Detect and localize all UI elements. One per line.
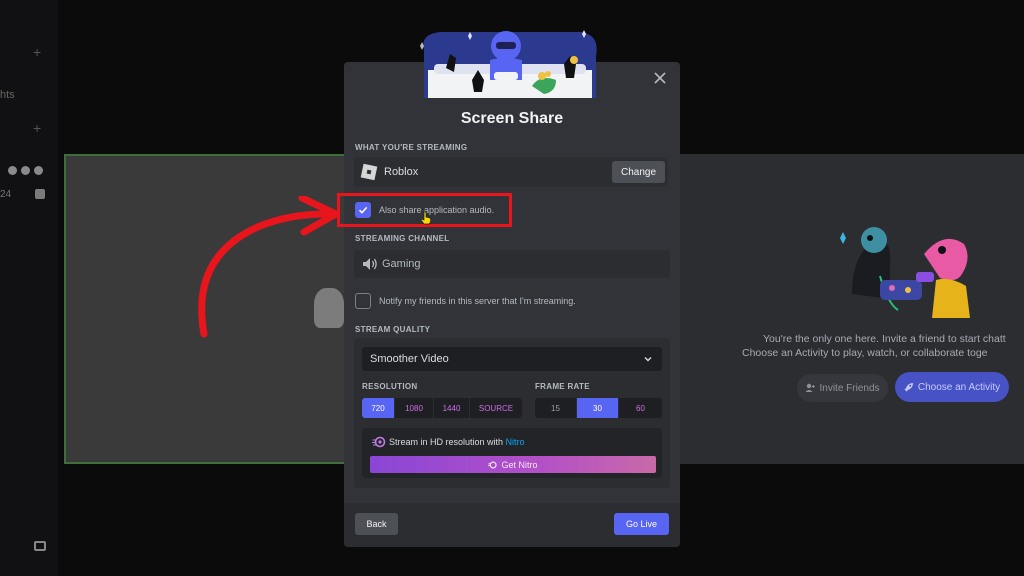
streaming-channel-name: Gaming <box>382 258 421 270</box>
streaming-section-label: WHAT YOU'RE STREAMING <box>355 143 468 152</box>
resolution-option-1440[interactable]: 1440 <box>434 398 470 418</box>
nitro-message: Stream in HD resolution with Nitro <box>389 437 525 447</box>
get-nitro-button[interactable]: Get Nitro <box>370 456 656 473</box>
framerate-option-30[interactable]: 30 <box>577 398 619 418</box>
framerate-option-15[interactable]: 15 <box>535 398 577 418</box>
add-icon[interactable]: + <box>33 121 41 135</box>
screen-icon[interactable] <box>34 541 46 551</box>
streaming-channel-row: Gaming <box>354 250 670 278</box>
add-friend-icon <box>805 383 816 392</box>
quality-preset-select[interactable]: Smoother Video <box>362 347 662 371</box>
back-button[interactable]: Back <box>355 513 398 535</box>
notify-friends-label: Notify my friends in this server that I'… <box>379 296 576 306</box>
empty-room-line: You're the only one here. Invite a frien… <box>763 333 1006 345</box>
roblox-icon <box>360 163 378 181</box>
stream-source-name: Roblox <box>384 166 419 178</box>
gear-icon[interactable] <box>34 166 43 175</box>
go-live-button[interactable]: Go Live <box>614 513 669 535</box>
framerate-selector: 15 30 60 <box>535 398 662 418</box>
nitro-icon <box>488 461 498 468</box>
server-sidebar: + hts + 24 <box>0 0 58 576</box>
people-icon <box>21 166 30 175</box>
nitro-upsell: Stream in HD resolution with Nitro Get N… <box>362 428 662 478</box>
chevron-down-icon <box>644 357 652 362</box>
stream-source-row: Roblox Change <box>354 157 668 187</box>
choose-activity-label: Choose an Activity <box>917 381 1001 393</box>
close-icon[interactable] <box>652 72 668 88</box>
notify-friends-checkbox[interactable] <box>355 293 371 309</box>
framerate-label: FRAME RATE <box>535 382 590 391</box>
invite-friends-label: Invite Friends <box>819 382 880 394</box>
modal-title: Screen Share <box>460 110 564 127</box>
nitro-message-text: Stream in HD resolution with <box>389 437 506 447</box>
quality-preset-value: Smoother Video <box>370 353 449 365</box>
hand-cursor-icon <box>420 211 432 225</box>
add-icon[interactable]: + <box>33 45 41 59</box>
sidebar-status-icons <box>8 166 43 175</box>
resolution-selector: 720 1080 1440 SOURCE <box>362 398 522 418</box>
empty-room-line: Choose an Activity to play, watch, or co… <box>742 347 988 359</box>
choose-activity-button[interactable]: Choose an Activity <box>895 372 1009 402</box>
quality-section-label: STREAM QUALITY <box>355 325 431 334</box>
resolution-option-720[interactable]: 720 <box>362 398 395 418</box>
notify-friends-option[interactable]: Notify my friends in this server that I'… <box>355 293 576 309</box>
resolution-option-source[interactable]: SOURCE <box>470 398 522 418</box>
speaker-icon <box>363 258 377 270</box>
sidebar-partial-text: hts <box>0 89 15 101</box>
screen-share-hero-illustration-icon <box>420 30 597 98</box>
close-x-glyph <box>654 72 666 84</box>
invite-friends-button[interactable]: Invite Friends <box>797 374 888 402</box>
resolution-label: RESOLUTION <box>362 382 418 391</box>
app-icon <box>35 189 45 199</box>
framerate-option-60[interactable]: 60 <box>619 398 662 418</box>
app-root: + hts + 24 You're the only one here. Inv… <box>0 0 1024 576</box>
sidebar-partial-number: 24 <box>0 189 12 200</box>
nitro-icon <box>372 436 386 448</box>
get-nitro-label: Get Nitro <box>501 459 538 470</box>
rocket-icon <box>904 383 913 392</box>
chat-icon <box>8 166 17 175</box>
annotation-arrow-icon <box>198 196 340 338</box>
resolution-option-1080[interactable]: 1080 <box>395 398 434 418</box>
empty-room-illustration-icon <box>840 227 970 318</box>
channel-section-label: STREAMING CHANNEL <box>355 234 450 243</box>
change-source-button[interactable]: Change <box>612 161 665 183</box>
empty-room-message: You're the only one here. Invite a frien… <box>742 332 1024 360</box>
nitro-link[interactable]: Nitro <box>506 437 525 447</box>
